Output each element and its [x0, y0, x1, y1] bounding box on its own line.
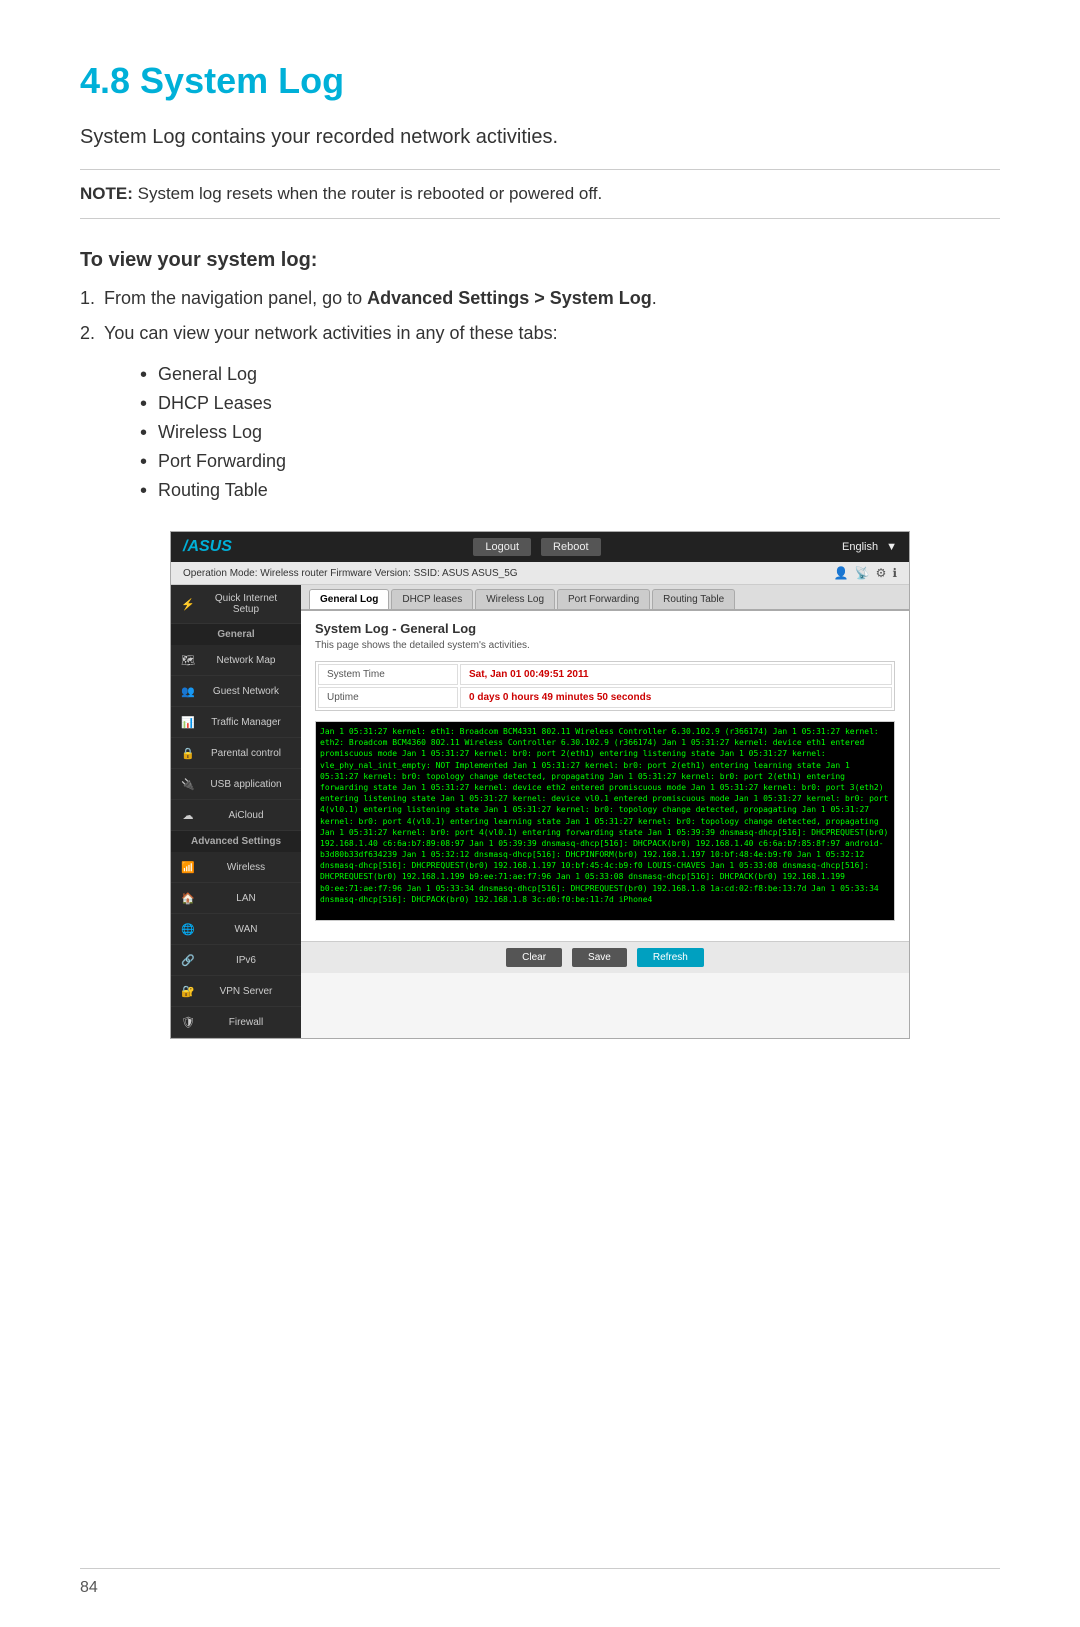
sidebar-item-label: VPN Server [201, 986, 291, 997]
asus-logo: /ASUS [183, 538, 232, 556]
sidebar-item-icon: 👥 [181, 684, 195, 698]
user-icon: 👤 [834, 566, 849, 580]
bullet-list: General Log DHCP Leases Wireless Log Port F… [80, 364, 1000, 501]
router-tab[interactable]: Port Forwarding [557, 589, 650, 609]
router-action-button[interactable]: Save [572, 948, 627, 967]
sidebar-item[interactable]: 🛡 Firewall [171, 1007, 301, 1038]
sidebar-item-icon: 🔗 [181, 953, 195, 967]
router-body: ⚡ Quick Internet Setup General 🗺 Network Map… [171, 585, 909, 1038]
info-value: 0 days 0 hours 49 minutes 50 seconds [460, 687, 892, 708]
sidebar-item-icon: 🌐 [181, 922, 195, 936]
router-tabs: General LogDHCP leasesWireless LogPort F… [301, 585, 909, 611]
sidebar-item-icon: 🗺 [181, 653, 195, 667]
router-tab[interactable]: Routing Table [652, 589, 735, 609]
sidebar-item-label: Wireless [201, 862, 291, 873]
step-2: 2. You can view your network activities … [80, 323, 1000, 344]
page-footer: 84 [80, 1568, 1000, 1597]
header-button[interactable]: Logout [473, 538, 531, 556]
router-screenshot: /ASUS Logout Reboot English ▼ Operation M… [170, 531, 910, 1039]
router-content-title: System Log - General Log [315, 621, 895, 636]
sidebar-item-icon: 🔌 [181, 777, 195, 791]
subtitle: System Log contains your recorded networ… [80, 126, 1000, 149]
sidebar-item-icon: 📊 [181, 715, 195, 729]
router-tab[interactable]: General Log [309, 589, 389, 609]
section-heading: To view your system log: [80, 249, 1000, 272]
sidebar-item-label: Network Map [201, 655, 291, 666]
note-box: NOTE: System log resets when the router … [80, 169, 1000, 219]
sidebar-section-label: Advanced Settings [171, 831, 301, 852]
router-header: /ASUS Logout Reboot English ▼ [171, 532, 909, 562]
sidebar-item-label: IPv6 [201, 955, 291, 966]
sidebar-item-icon: 📶 [181, 860, 195, 874]
sidebar-item-label: LAN [201, 893, 291, 904]
sidebar-item-label: WAN [201, 924, 291, 935]
sidebar-item-icon: ☁ [181, 808, 195, 822]
router-content-subtitle: This page shows the detailed system's ac… [315, 640, 895, 651]
sidebar-item[interactable]: 🔒 Parental control [171, 738, 301, 769]
sidebar-item-icon: 🔐 [181, 984, 195, 998]
router-info-table: System TimeSat, Jan 01 00:49:51 2011Upti… [315, 661, 895, 711]
sidebar-item[interactable]: 🔐 VPN Server [171, 976, 301, 1007]
sidebar-item-label: Traffic Manager [201, 717, 291, 728]
bullet-item: General Log [140, 364, 1000, 385]
router-status-icons: 👤 📡 ⚙ ℹ [834, 566, 897, 580]
sidebar-item-label: AiCloud [201, 810, 291, 821]
info-icon: ℹ [892, 566, 897, 580]
bullet-item: Port Forwarding [140, 451, 1000, 472]
sidebar-item-icon: 🏠 [181, 891, 195, 905]
router-main: General LogDHCP leasesWireless LogPort F… [301, 585, 909, 1038]
info-row: System TimeSat, Jan 01 00:49:51 2011 [318, 664, 892, 685]
step1-bold: Advanced Settings > System Log [367, 288, 652, 308]
step-1: 1. From the navigation panel, go to Adva… [80, 288, 1000, 309]
page-number: 84 [80, 1579, 98, 1596]
log-area[interactable]: Jan 1 05:31:27 kernel: eth1: Broadcom BC… [315, 721, 895, 921]
note-text: System log resets when the router is reb… [133, 184, 602, 203]
router-action-button[interactable]: Refresh [637, 948, 704, 967]
bullet-item: DHCP Leases [140, 393, 1000, 414]
bullet-item: Routing Table [140, 480, 1000, 501]
router-status-bar: Operation Mode: Wireless router Firmware… [171, 562, 909, 585]
sidebar-item-label: Guest Network [201, 686, 291, 697]
sidebar-item[interactable]: 👥 Guest Network [171, 676, 301, 707]
router-tab[interactable]: DHCP leases [391, 589, 473, 609]
info-label: Uptime [318, 687, 458, 708]
sidebar-item[interactable]: ⚡ Quick Internet Setup [171, 585, 301, 624]
router-header-right: English ▼ [842, 541, 897, 553]
sidebar-item[interactable]: 📶 Wireless [171, 852, 301, 883]
sidebar-item-label: Quick Internet Setup [201, 593, 291, 615]
sidebar-item[interactable]: 🌐 WAN [171, 914, 301, 945]
sidebar-item-icon: 🛡 [181, 1015, 195, 1029]
sidebar-item-icon: ⚡ [181, 597, 195, 611]
router-buttons: Clear Save Refresh [301, 941, 909, 973]
bullet-item: Wireless Log [140, 422, 1000, 443]
note-label: NOTE: [80, 184, 133, 203]
sidebar-section-label: General [171, 624, 301, 645]
router-action-button[interactable]: Clear [506, 948, 562, 967]
page-title: 4.8 System Log [80, 60, 1000, 102]
router-tab[interactable]: Wireless Log [475, 589, 555, 609]
settings-icon: ⚙ [876, 566, 887, 580]
sidebar-item[interactable]: 📊 Traffic Manager [171, 707, 301, 738]
info-label: System Time [318, 664, 458, 685]
router-sidebar: ⚡ Quick Internet Setup General 🗺 Network Map… [171, 585, 301, 1038]
sidebar-item[interactable]: 🔌 USB application [171, 769, 301, 800]
router-header-buttons: Logout Reboot [473, 538, 600, 556]
status-text: Operation Mode: Wireless router Firmware… [183, 568, 518, 579]
sidebar-item[interactable]: 🔗 IPv6 [171, 945, 301, 976]
sidebar-item-label: USB application [201, 779, 291, 790]
sidebar-item[interactable]: ☁ AiCloud [171, 800, 301, 831]
sidebar-item-icon: 🔒 [181, 746, 195, 760]
sidebar-item-label: Firewall [201, 1017, 291, 1028]
info-value: Sat, Jan 01 00:49:51 2011 [460, 664, 892, 685]
info-row: Uptime0 days 0 hours 49 minutes 50 secon… [318, 687, 892, 708]
sidebar-item[interactable]: 🗺 Network Map [171, 645, 301, 676]
router-content: System Log - General Log This page shows… [301, 611, 909, 941]
header-button[interactable]: Reboot [541, 538, 600, 556]
sidebar-item[interactable]: 🏠 LAN [171, 883, 301, 914]
network-icon: 📡 [855, 566, 870, 580]
sidebar-item-label: Parental control [201, 748, 291, 759]
steps-list: 1. From the navigation panel, go to Adva… [80, 288, 1000, 344]
